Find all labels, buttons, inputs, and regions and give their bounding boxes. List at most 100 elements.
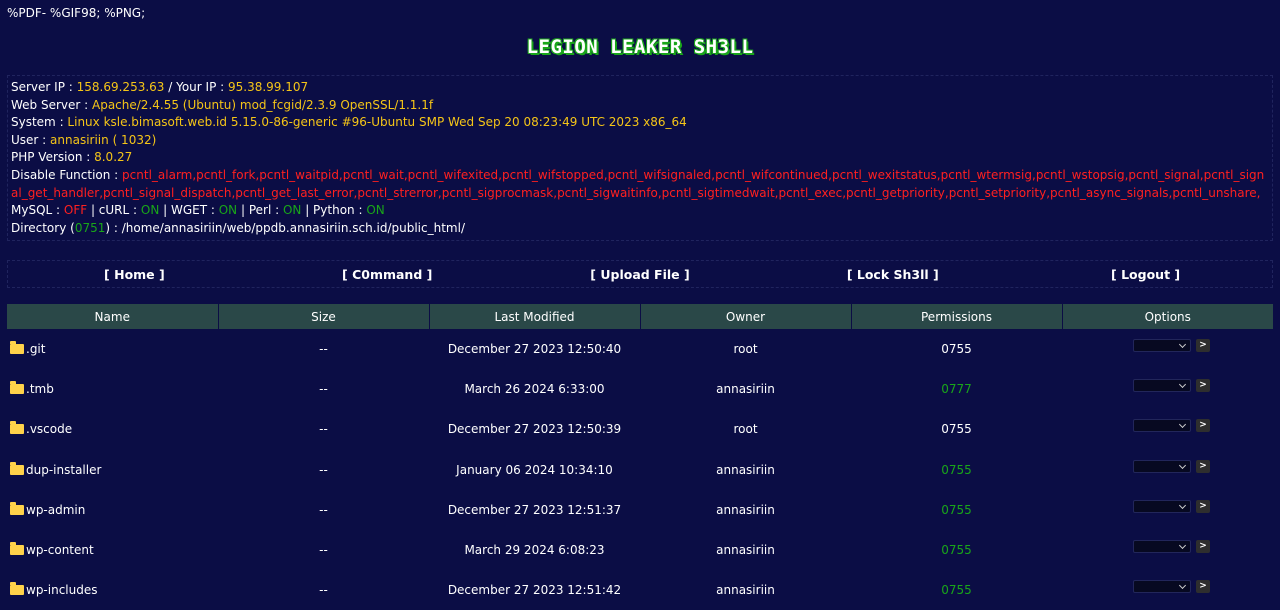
file-name[interactable]: .vscode (26, 422, 72, 436)
file-permissions[interactable]: 0755 (851, 570, 1062, 610)
menu-lock-shell-link[interactable]: [ Lock Sh3ll ] (766, 267, 1019, 282)
file-name-cell[interactable]: .vscode (7, 409, 218, 449)
file-name[interactable]: wp-includes (26, 583, 98, 597)
web-server-value: Apache/2.4.55 (Ubuntu) mod_fcgid/2.3.9 O… (92, 97, 434, 112)
web-server-line: Web Server : Apache/2.4.55 (Ubuntu) mod_… (11, 97, 1269, 115)
file-permissions[interactable]: 0755 (851, 530, 1062, 570)
options-select[interactable] (1133, 540, 1191, 554)
file-owner: annasiriin (716, 462, 775, 477)
go-button[interactable]: > (1196, 419, 1210, 433)
menu-upload-file-link[interactable]: [ Upload File ] (514, 267, 767, 282)
shell-title: LEGION LEAKER SH3LL (526, 36, 754, 58)
table-row: wp-includes -- December 27 2023 12:51:42… (7, 570, 1273, 610)
options-select[interactable] (1133, 499, 1191, 513)
go-button[interactable]: > (1196, 580, 1210, 594)
file-name[interactable]: wp-content (26, 543, 94, 557)
menu-home-link[interactable]: [ Home ] (8, 267, 261, 282)
table-row: .tmb -- March 26 2024 6:33:00 annasiriin… (7, 369, 1273, 409)
file-permissions[interactable]: 0755 (851, 450, 1062, 490)
options-select[interactable] (1133, 339, 1191, 353)
your-ip-label: / Your IP : (164, 80, 228, 94)
curl-label: | cURL : (87, 203, 141, 218)
mysql-label: MySQL : (11, 203, 64, 218)
file-name-cell[interactable]: wp-includes (7, 570, 218, 610)
python-status: ON (366, 203, 385, 218)
file-modified: December 27 2023 12:51:42 (447, 583, 622, 598)
table-row: wp-admin -- December 27 2023 12:51:37 an… (7, 490, 1273, 530)
file-name[interactable]: .tmb (26, 382, 54, 396)
mysql-status: OFF (63, 203, 88, 218)
file-name[interactable]: .git (26, 342, 45, 356)
options-select[interactable] (1133, 379, 1191, 393)
file-owner: annasiriin (716, 583, 775, 598)
file-name-cell[interactable]: wp-admin (7, 490, 218, 530)
header-name: Name (7, 304, 218, 329)
disable-function-label: Disable Function : (11, 167, 123, 182)
directory-path[interactable]: /home/annasiriin/web/ppdb.annasiriin.sch… (122, 221, 465, 235)
menu-logout-link[interactable]: [ Logout ] (1019, 267, 1272, 282)
folder-icon (10, 381, 24, 395)
disable-function-value: pcntl_alarm,pcntl_fork,pcntl_waitpid,pcn… (11, 167, 1265, 200)
menu-command-link[interactable]: [ C0mmand ] (261, 267, 514, 282)
file-permissions[interactable]: 0755 (851, 490, 1062, 530)
file-table: Name Size Last Modified Owner Permission… (7, 304, 1273, 610)
file-permissions[interactable]: 0777 (851, 369, 1062, 409)
magic-header-text: %PDF- %GIF98; %PNG; (7, 6, 146, 20)
system-value: Linux ksle.bimasoft.web.id 5.15.0-86-gen… (67, 115, 687, 130)
table-row: .vscode -- December 27 2023 12:50:39 roo… (7, 409, 1273, 449)
file-name-cell[interactable]: .tmb (7, 369, 218, 409)
system-label: System : (11, 115, 68, 130)
file-owner: root (733, 342, 758, 357)
tools-status-line: MySQL : OFF | cURL : ON | WGET : ON | Pe… (11, 202, 1269, 220)
file-permissions[interactable]: 0755 (851, 329, 1062, 369)
folder-icon (10, 582, 24, 596)
folder-icon (10, 542, 24, 556)
go-button[interactable]: > (1196, 540, 1210, 554)
go-button[interactable]: > (1196, 499, 1210, 513)
file-modified: January 06 2024 10:34:10 (456, 462, 613, 477)
folder-icon (10, 421, 24, 435)
python-label: | Python : (301, 203, 367, 218)
file-owner: root (733, 422, 758, 437)
file-name[interactable]: dup-installer (26, 463, 101, 477)
options-select[interactable] (1133, 419, 1191, 433)
go-button[interactable]: > (1196, 379, 1210, 393)
file-options: > (1062, 490, 1273, 530)
file-options: > (1062, 570, 1273, 610)
header-last-modified: Last Modified (428, 304, 640, 329)
system-line: System : Linux ksle.bimasoft.web.id 5.15… (11, 114, 1269, 132)
options-select[interactable] (1133, 459, 1191, 473)
file-modified: March 26 2024 6:33:00 (464, 382, 605, 397)
file-options: > (1062, 530, 1273, 570)
php-version-value: 8.0.27 (94, 150, 133, 165)
directory-permission: 0751 (74, 220, 106, 235)
wget-status: ON (218, 203, 238, 218)
file-size: -- (319, 342, 328, 357)
header-owner: Owner (639, 304, 851, 329)
file-name-cell[interactable]: dup-installer (7, 450, 218, 490)
go-button[interactable]: > (1196, 459, 1210, 473)
web-server-label: Web Server : (11, 97, 92, 112)
file-name[interactable]: wp-admin (26, 503, 85, 517)
file-name-cell[interactable]: wp-content (7, 530, 218, 570)
directory-separator: ) : (105, 220, 122, 235)
go-button[interactable]: > (1196, 339, 1210, 353)
directory-label: Directory ( (11, 220, 75, 235)
perl-label: | Perl : (237, 203, 283, 218)
file-size: -- (319, 422, 328, 437)
wget-label: | WGET : (159, 203, 219, 218)
user-value: annasiriin (50, 132, 109, 147)
header-permissions: Permissions (850, 304, 1062, 329)
file-name-cell[interactable]: .git (7, 329, 218, 369)
folder-icon (10, 341, 24, 355)
options-select[interactable] (1133, 580, 1191, 594)
file-modified: December 27 2023 12:50:40 (447, 342, 622, 357)
server-ip-label: Server IP : (11, 80, 77, 94)
file-owner: annasiriin (716, 543, 775, 558)
file-options: > (1062, 329, 1273, 369)
file-options: > (1062, 409, 1273, 449)
php-version-line: PHP Version : 8.0.27 (11, 149, 1269, 167)
table-row: dup-installer -- January 06 2024 10:34:1… (7, 450, 1273, 490)
file-permissions[interactable]: 0755 (851, 409, 1062, 449)
user-label: User : (11, 132, 51, 147)
